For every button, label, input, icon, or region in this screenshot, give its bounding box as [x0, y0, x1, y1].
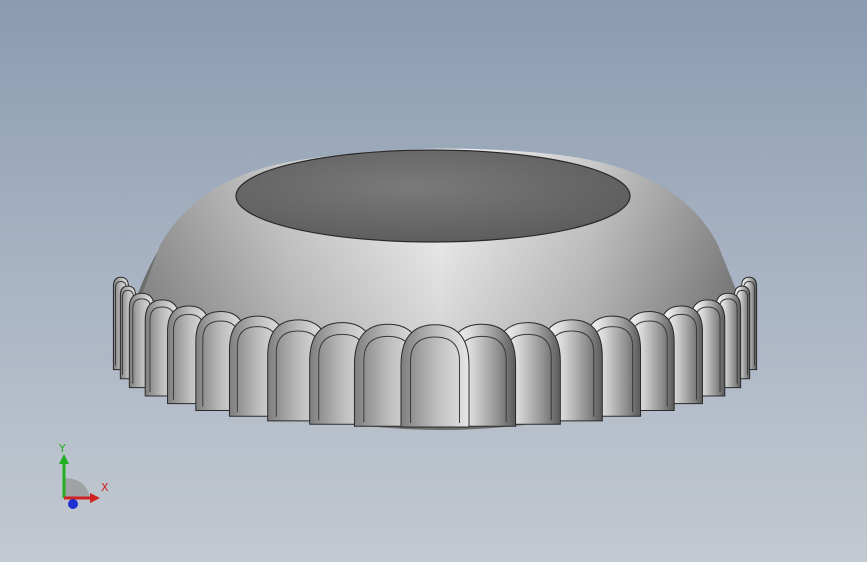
graphics-viewport[interactable]: Y X — [0, 0, 867, 562]
y-axis-arrow-icon — [59, 454, 69, 464]
x-axis-arrow-icon — [90, 493, 100, 503]
triad-plane-icon — [64, 478, 90, 498]
cap-top-face — [235, 149, 631, 243]
z-axis-dot-icon — [68, 499, 78, 509]
bottle-cap-model[interactable] — [0, 0, 867, 562]
cap-flute — [400, 324, 470, 428]
axis-triad: Y X — [58, 442, 109, 509]
x-axis-label: X — [101, 481, 109, 494]
y-axis-label: Y — [58, 442, 66, 455]
